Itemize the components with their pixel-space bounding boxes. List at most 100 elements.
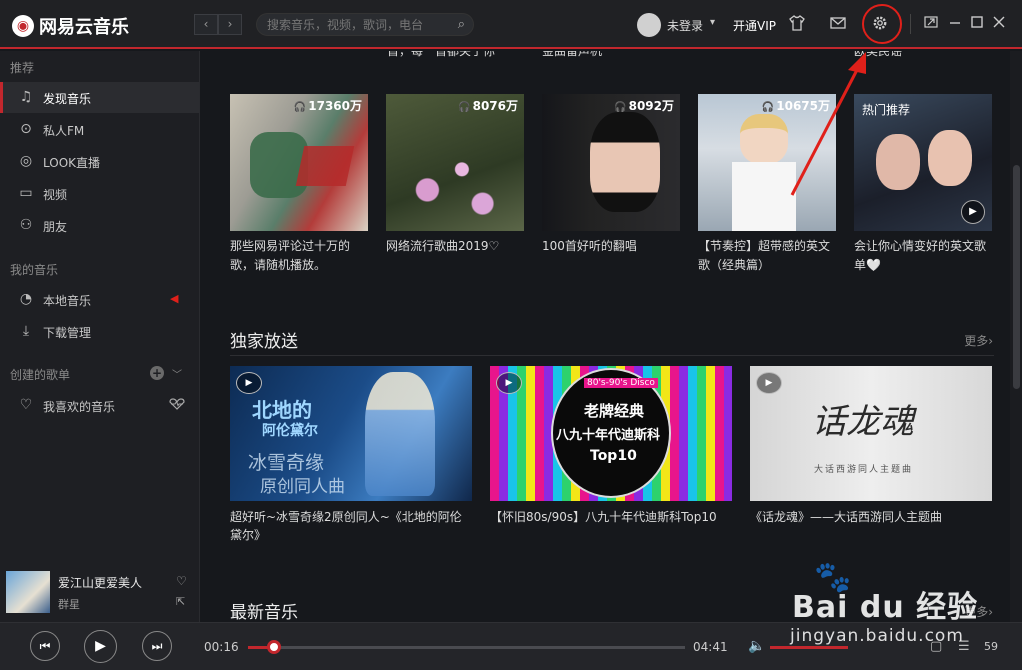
miniplayer-icon[interactable] bbox=[921, 14, 941, 34]
sidebar-item-discover[interactable]: ♫ 发现音乐 bbox=[0, 82, 199, 113]
exclusive-card[interactable]: 话龙魂 大话西游同人主题曲 ▶ 《话龙魂》——大话西游同人主题曲 bbox=[750, 366, 992, 526]
previous-track-button[interactable]: ⏮ bbox=[30, 631, 60, 661]
sidebar-item-friends[interactable]: ⚇ 朋友 bbox=[0, 210, 199, 241]
sidebar-item-fm[interactable]: ⊙ 私人FM bbox=[0, 114, 199, 145]
settings-highlight-circle bbox=[862, 4, 902, 44]
close-icon[interactable] bbox=[989, 14, 1009, 34]
vip-link[interactable]: 开通VIP bbox=[733, 17, 776, 34]
search-icon[interactable]: ⌕ bbox=[458, 17, 465, 32]
tshirt-icon[interactable] bbox=[787, 14, 807, 34]
playlist-cover[interactable]: 热门推荐 ▶ bbox=[854, 94, 992, 231]
sidebar-item-label: 发现音乐 bbox=[43, 92, 92, 106]
cover-text: 八九十年代迪斯科 bbox=[556, 428, 661, 443]
cover-text: 阿伦黛尔 bbox=[262, 423, 318, 439]
avatar[interactable] bbox=[637, 13, 661, 37]
headphones-icon: 🎧 bbox=[614, 102, 627, 113]
sidebar-item-label: 本地音乐 bbox=[43, 294, 92, 308]
sidebar-item-downloads[interactable]: ⤓ 下载管理 bbox=[0, 316, 199, 347]
playlist-card[interactable]: 🎧 17360万 那些网易评论过十万的歌，请随机播放。 bbox=[230, 94, 368, 275]
mail-icon[interactable] bbox=[828, 14, 848, 34]
volume-icon[interactable]: 🔈 bbox=[748, 638, 765, 654]
app-name: 网易云音乐 bbox=[39, 17, 129, 38]
minimize-icon[interactable] bbox=[945, 14, 965, 34]
netease-logo-icon: ◉ bbox=[12, 15, 34, 37]
section-heading-exclusive[interactable]: 独家放送 bbox=[230, 327, 298, 352]
playlist-title[interactable]: 会让你心情变好的英文歌单🤍 bbox=[854, 237, 992, 275]
video-icon: ▶ bbox=[236, 372, 262, 394]
play-icon[interactable]: ▶ bbox=[961, 200, 985, 224]
headphones-icon: 🎧 bbox=[458, 102, 471, 113]
video-cover[interactable]: 话龙魂 大话西游同人主题曲 ▶ bbox=[750, 366, 992, 501]
play-count: 🎧 8092万 bbox=[614, 99, 674, 113]
music-note-icon: ♫ bbox=[19, 89, 33, 105]
chevron-down-icon[interactable]: ﹀ bbox=[172, 366, 182, 381]
now-playing-artist[interactable]: 群星 bbox=[58, 596, 80, 612]
section-title-my-music: 我的音乐 bbox=[10, 263, 59, 277]
cut-off-title: 金曲留声机 bbox=[542, 51, 603, 58]
section-heading-latest[interactable]: 最新音乐 bbox=[230, 598, 298, 622]
sidebar-item-label: LOOK直播 bbox=[43, 156, 101, 170]
divider bbox=[910, 14, 911, 34]
playlist-card[interactable]: 热门推荐 ▶ 会让你心情变好的英文歌单🤍 bbox=[854, 94, 992, 275]
sidebar: 推荐 ♫ 发现音乐 ⊙ 私人FM ◎ LOOK直播 ▭ 视频 ⚇ 朋友 我的音乐… bbox=[0, 51, 200, 622]
volume-slider[interactable] bbox=[770, 646, 848, 649]
disc-icon: ◔ bbox=[19, 291, 33, 307]
exclusive-title[interactable]: 【怀旧80s/90s】八九十年代迪斯科Top10 bbox=[490, 508, 732, 526]
headphones-icon: 🎧 bbox=[293, 102, 307, 113]
sidebar-item-local-music[interactable]: ◔ 本地音乐 ◀ bbox=[0, 284, 199, 315]
login-link[interactable]: 未登录 bbox=[667, 17, 703, 34]
cover-text: 冰雪奇缘 bbox=[248, 452, 325, 474]
like-icon[interactable]: ♡ bbox=[176, 574, 187, 588]
playlist-cover[interactable]: 🎧 10675万 bbox=[698, 94, 836, 231]
share-icon[interactable]: ⇱ bbox=[176, 595, 185, 608]
playlist-cover[interactable]: 🎧 17360万 bbox=[230, 94, 368, 231]
play-count: 🎧 10675万 bbox=[761, 99, 830, 113]
playlist-title[interactable]: 网络流行歌曲2019♡ bbox=[386, 237, 524, 256]
cover-text: 老牌经典 bbox=[584, 402, 645, 420]
more-link[interactable]: 更多› bbox=[964, 332, 993, 349]
playlist-title[interactable]: 【节奏控】超带感的英文歌（经典篇） bbox=[698, 237, 836, 275]
progress-track[interactable] bbox=[248, 646, 685, 649]
section-title-created-playlists: 创建的歌单 bbox=[10, 368, 71, 382]
back-button[interactable]: ‹ bbox=[194, 14, 218, 35]
netease-music-window: ◉ 网易云音乐 ‹ › ⌕ 未登录 ▾ 开通VIP bbox=[0, 0, 1022, 670]
live-icon: ◎ bbox=[19, 153, 33, 169]
add-playlist-icon[interactable]: + bbox=[150, 366, 164, 380]
play-button[interactable]: ▶ bbox=[84, 630, 117, 663]
watermark-brand: Bai du 经验 bbox=[792, 590, 979, 625]
exclusive-card[interactable]: 80's-90's Disco 老牌经典 八九十年代迪斯科 Top10 ▶ 【怀… bbox=[490, 366, 732, 526]
friends-icon: ⚇ bbox=[19, 217, 33, 233]
section-title-recommend: 推荐 bbox=[10, 61, 35, 75]
heartbeat-mode-icon[interactable] bbox=[168, 398, 186, 414]
search-input[interactable] bbox=[267, 17, 447, 33]
sidebar-item-video[interactable]: ▭ 视频 bbox=[0, 178, 199, 209]
video-cover[interactable]: 北地的 阿伦黛尔 冰雪奇缘 原创同人曲 ▶ bbox=[230, 366, 472, 501]
chevron-down-icon[interactable]: ▾ bbox=[710, 17, 715, 28]
forward-button[interactable]: › bbox=[218, 14, 242, 35]
main-content: 首，每一首都关于你 金曲留声机 欧美民谣 🎧 17360万 那些网易评论过十万的歌… bbox=[201, 51, 1009, 622]
now-playing-title[interactable]: 爱江山更爱美人 bbox=[58, 574, 142, 591]
playlist-title[interactable]: 100首好听的翻唱 bbox=[542, 237, 680, 256]
playlist-card[interactable]: 🎧 8092万 100首好听的翻唱 bbox=[542, 94, 680, 256]
playlist-card[interactable]: 🎧 8076万 网络流行歌曲2019♡ bbox=[386, 94, 524, 256]
exclusive-title[interactable]: 《话龙魂》——大话西游同人主题曲 bbox=[750, 508, 992, 526]
video-cover[interactable]: 80's-90's Disco 老牌经典 八九十年代迪斯科 Top10 ▶ bbox=[490, 366, 732, 501]
cut-off-title: 首，每一首都关于你 bbox=[387, 51, 496, 58]
exclusive-card[interactable]: 北地的 阿伦黛尔 冰雪奇缘 原创同人曲 ▶ 超好听~冰雪奇缘2原创同人~《北地的… bbox=[230, 366, 472, 544]
playlist-cover[interactable]: 🎧 8076万 bbox=[386, 94, 524, 231]
next-track-button[interactable]: ⏭ bbox=[142, 631, 172, 661]
playlist-card[interactable]: 🎧 10675万 【节奏控】超带感的英文歌（经典篇） bbox=[698, 94, 836, 275]
playlist-title[interactable]: 那些网易评论过十万的歌，请随机播放。 bbox=[230, 237, 368, 275]
video-icon: ▶ bbox=[496, 372, 522, 394]
app-logo[interactable]: ◉ 网易云音乐 bbox=[12, 13, 129, 39]
scrollbar-thumb[interactable] bbox=[1013, 165, 1020, 389]
search-box: ⌕ bbox=[256, 13, 474, 36]
sidebar-item-look-live[interactable]: ◎ LOOK直播 bbox=[0, 146, 199, 177]
now-playing-cover[interactable] bbox=[6, 571, 50, 613]
play-count: 🎧 8076万 bbox=[458, 99, 518, 113]
progress-handle[interactable] bbox=[267, 640, 282, 654]
headphones-icon: 🎧 bbox=[761, 102, 775, 113]
playlist-cover[interactable]: 🎧 8092万 bbox=[542, 94, 680, 231]
exclusive-title[interactable]: 超好听~冰雪奇缘2原创同人~《北地的阿伦黛尔》 bbox=[230, 508, 472, 544]
maximize-icon[interactable] bbox=[967, 14, 987, 34]
